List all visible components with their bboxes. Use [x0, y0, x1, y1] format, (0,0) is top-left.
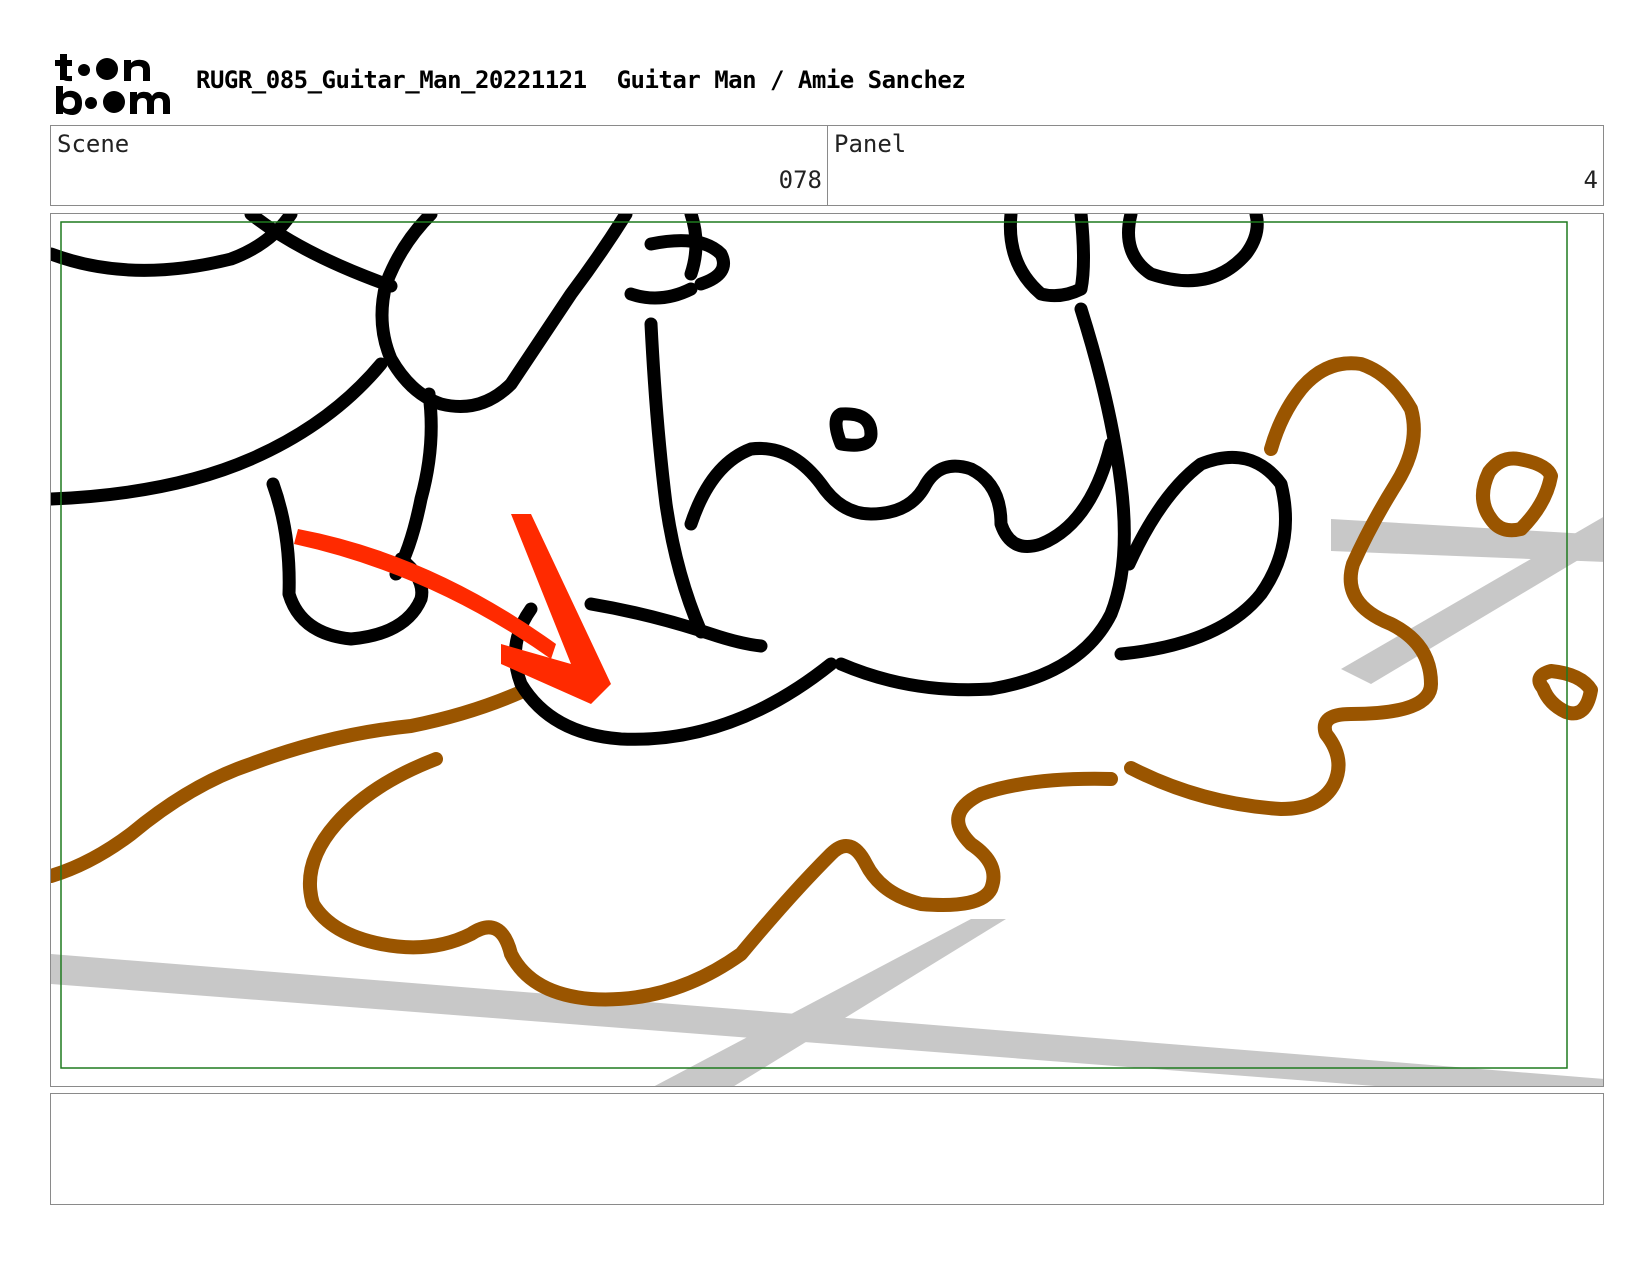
toon-boom-logo — [54, 52, 172, 116]
scene-label: Scene — [57, 130, 130, 158]
header-title: RUGR_085_Guitar_Man_20221121 Guitar Man /… — [196, 66, 966, 94]
project-title: Guitar Man / Amie Sanchez — [616, 66, 966, 94]
panel-number: 4 — [1583, 166, 1598, 194]
character-line-art — [51, 214, 1292, 746]
storyboard-panel-image — [50, 213, 1604, 1087]
action-arrow — [294, 514, 611, 704]
scene-panel-info: Scene 078 Panel 4 — [50, 125, 1604, 206]
panel-cell: Panel 4 — [828, 126, 1603, 205]
safe-area-frame — [60, 221, 1568, 1069]
panel-label: Panel — [834, 130, 907, 158]
panel-notes-box — [50, 1093, 1604, 1205]
floor-shadow — [51, 517, 1603, 1086]
splash-outline — [51, 356, 1598, 1007]
project-id: RUGR_085_Guitar_Man_20221121 — [196, 66, 587, 94]
scene-number: 078 — [778, 166, 822, 194]
scene-cell: Scene 078 — [51, 126, 828, 205]
